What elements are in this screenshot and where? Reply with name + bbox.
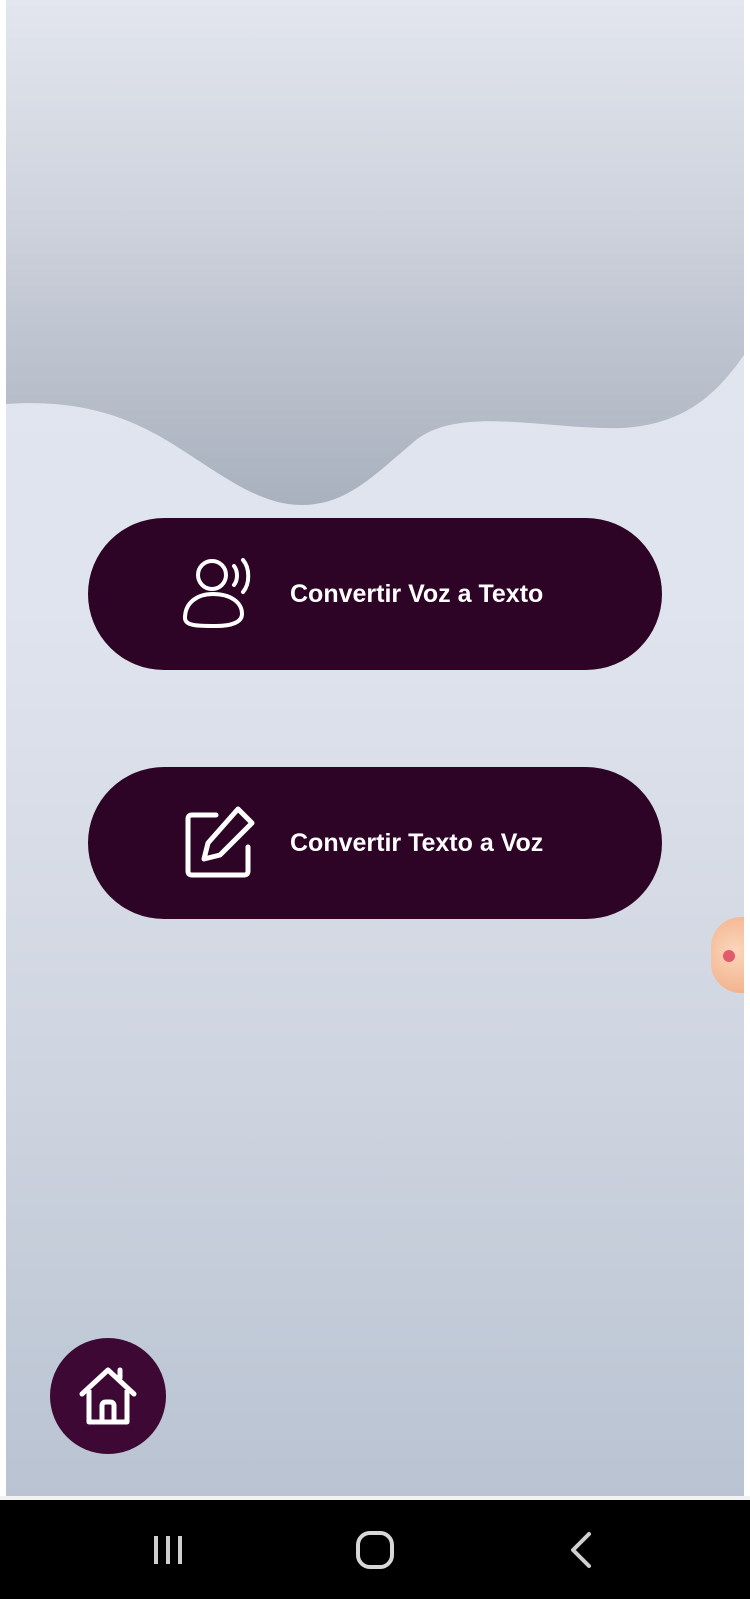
header-wave	[6, 0, 744, 505]
home-nav-button[interactable]	[340, 1520, 410, 1580]
home-nav-icon	[356, 1531, 394, 1569]
convert-text-to-voice-button[interactable]: Convertir Texto a Voz	[88, 767, 662, 919]
edit-icon	[185, 806, 255, 878]
convert-text-to-voice-label: Convertir Texto a Voz	[290, 829, 544, 857]
recents-icon	[154, 1536, 182, 1564]
back-icon	[571, 1532, 591, 1568]
bubble-dot	[723, 950, 735, 962]
convert-voice-to-text-label: Convertir Voz a Texto	[290, 580, 544, 608]
user-voice-icon	[183, 558, 251, 628]
convert-voice-to-text-button[interactable]: Convertir Voz a Texto	[88, 518, 662, 670]
right-edge	[744, 0, 750, 1496]
home-button[interactable]	[50, 1338, 166, 1454]
app-screen: Convertir Voz a Texto Convertir Texto a …	[6, 0, 744, 1496]
home-icon	[79, 1367, 137, 1425]
recents-button[interactable]	[133, 1520, 203, 1580]
system-navigation-bar	[0, 1500, 750, 1599]
back-button[interactable]	[548, 1520, 618, 1580]
